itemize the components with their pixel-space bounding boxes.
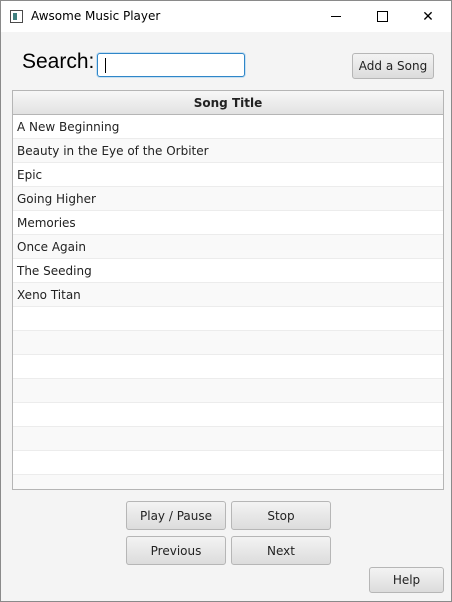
add-song-button[interactable]: Add a Song: [352, 53, 434, 79]
empty-table-row: [13, 475, 443, 489]
empty-table-row: [13, 403, 443, 427]
minimize-icon: [331, 16, 341, 17]
table-row[interactable]: Beauty in the Eye of the Orbiter: [13, 139, 443, 163]
app-window-icon: [10, 10, 23, 23]
help-button[interactable]: Help: [369, 567, 444, 593]
search-input[interactable]: [97, 53, 245, 77]
title-bar[interactable]: Awsome Music Player ✕: [1, 1, 451, 32]
maximize-button[interactable]: [359, 1, 405, 32]
empty-table-row: [13, 307, 443, 331]
table-body: A New Beginning Beauty in the Eye of the …: [13, 115, 443, 489]
search-label: Search:: [22, 50, 95, 73]
column-header-song-title[interactable]: Song Title: [13, 91, 443, 115]
close-button[interactable]: ✕: [405, 1, 451, 32]
previous-button[interactable]: Previous: [126, 536, 226, 565]
table-row[interactable]: Going Higher: [13, 187, 443, 211]
maximize-icon: [376, 11, 388, 22]
empty-table-row: [13, 331, 443, 355]
minimize-button[interactable]: [313, 1, 359, 32]
song-table[interactable]: Song Title A New Beginning Beauty in the …: [12, 90, 444, 490]
table-row[interactable]: Once Again: [13, 235, 443, 259]
empty-table-row: [13, 427, 443, 451]
table-row[interactable]: Xeno Titan: [13, 283, 443, 307]
empty-table-row: [13, 355, 443, 379]
table-row[interactable]: A New Beginning: [13, 115, 443, 139]
empty-table-row: [13, 451, 443, 475]
close-icon: ✕: [422, 8, 434, 25]
table-row[interactable]: Memories: [13, 211, 443, 235]
play-pause-button[interactable]: Play / Pause: [126, 501, 226, 530]
main-window: Awsome Music Player ✕ Search: Add a Song…: [0, 0, 452, 602]
table-row[interactable]: The Seeding: [13, 259, 443, 283]
next-button[interactable]: Next: [231, 536, 331, 565]
empty-table-row: [13, 379, 443, 403]
table-row[interactable]: Epic: [13, 163, 443, 187]
stop-button[interactable]: Stop: [231, 501, 331, 530]
window-title: Awsome Music Player: [31, 9, 161, 23]
text-caret: [105, 58, 106, 73]
